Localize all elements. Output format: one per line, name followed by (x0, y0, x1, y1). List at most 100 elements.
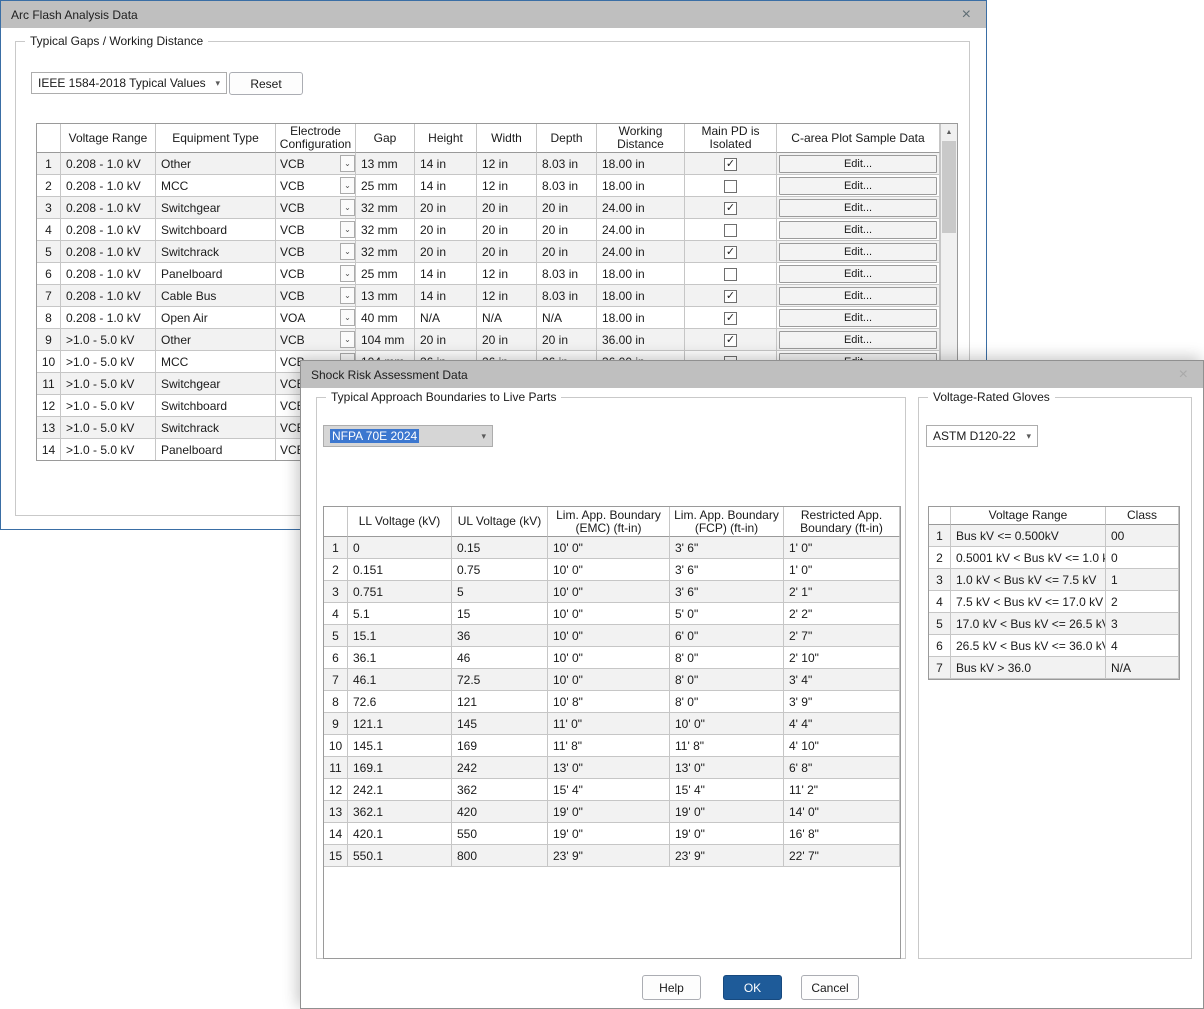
close-icon[interactable]: × (1174, 367, 1193, 383)
lim-app-boundary-fcp-cell: 3' 6" (670, 581, 784, 603)
arc-flash-titlebar[interactable]: Arc Flash Analysis Data × (1, 1, 986, 28)
chevron-down-icon[interactable]: ⌄ (340, 287, 355, 304)
electrode-config-combo[interactable]: VCB ⌄ (280, 241, 355, 262)
edit-button[interactable]: Edit... (779, 221, 937, 239)
isolated-checkbox[interactable]: ✓ (724, 290, 737, 303)
lim-app-boundary-emc-cell: 10' 0" (548, 669, 670, 691)
gaps-header-row: Voltage Range Equipment Type Electrode C… (37, 124, 940, 153)
edit-button[interactable]: Edit... (779, 265, 937, 283)
table-row[interactable]: 5 17.0 kV < Bus kV <= 26.5 kV 3 (929, 613, 1179, 635)
isolated-cell: ✓ (685, 153, 777, 175)
electrode-config-combo[interactable]: VOA ⌄ (280, 307, 355, 328)
edit-button[interactable]: Edit... (779, 309, 937, 327)
edit-button[interactable]: Edit... (779, 287, 937, 305)
table-row[interactable]: 3 0.751 5 10' 0" 3' 6" 2' 1" (324, 581, 900, 603)
scroll-up-icon[interactable]: ▲ (941, 124, 957, 141)
edit-button[interactable]: Edit... (779, 199, 937, 217)
table-row[interactable]: 1 0.208 - 1.0 kV Other VCB ⌄ 13 mm 14 in… (37, 153, 940, 175)
class-cell: 2 (1106, 591, 1179, 613)
working-distance-cell: 18.00 in (597, 175, 685, 197)
isolated-checkbox[interactable] (724, 268, 737, 281)
chevron-down-icon[interactable]: ⌄ (340, 265, 355, 282)
help-button[interactable]: Help (642, 975, 701, 1000)
table-row[interactable]: 4 7.5 kV < Bus kV <= 17.0 kV 2 (929, 591, 1179, 613)
table-row[interactable]: 6 0.208 - 1.0 kV Panelboard VCB ⌄ 25 mm … (37, 263, 940, 285)
table-row[interactable]: 7 0.208 - 1.0 kV Cable Bus VCB ⌄ 13 mm 1… (37, 285, 940, 307)
edit-button[interactable]: Edit... (779, 177, 937, 195)
scroll-thumb[interactable] (942, 141, 956, 233)
cancel-button[interactable]: Cancel (801, 975, 859, 1000)
electrode-config-combo[interactable]: VCB ⌄ (280, 263, 355, 284)
table-row[interactable]: 1 Bus kV <= 0.500kV 00 (929, 525, 1179, 547)
table-row[interactable]: 6 26.5 kV < Bus kV <= 36.0 kV 4 (929, 635, 1179, 657)
table-row[interactable]: 1 0 0.15 10' 0" 3' 6" 1' 0" (324, 537, 900, 559)
table-row[interactable]: 9 121.1 145 11' 0" 10' 0" 4' 4" (324, 713, 900, 735)
chevron-down-icon[interactable]: ⌄ (340, 309, 355, 326)
table-row[interactable]: 3 0.208 - 1.0 kV Switchgear VCB ⌄ 32 mm … (37, 197, 940, 219)
isolated-checkbox[interactable]: ✓ (724, 312, 737, 325)
edit-button[interactable]: Edit... (779, 243, 937, 261)
electrode-config-combo[interactable]: VCB ⌄ (280, 329, 355, 350)
table-row[interactable]: 4 5.1 15 10' 0" 5' 0" 2' 2" (324, 603, 900, 625)
edit-cell: Edit... (777, 241, 940, 263)
table-row[interactable]: 7 Bus kV > 36.0 N/A (929, 657, 1179, 679)
electrode-config-combo[interactable]: VCB ⌄ (280, 197, 355, 218)
chevron-down-icon[interactable]: ⌄ (340, 199, 355, 216)
nfpa-standard-dropdown[interactable]: NFPA 70E 2024 ▾ (323, 425, 493, 447)
chevron-down-icon[interactable]: ⌄ (340, 331, 355, 348)
isolated-checkbox[interactable]: ✓ (724, 202, 737, 215)
reset-button[interactable]: Reset (229, 72, 303, 95)
voltage-range-cell: 17.0 kV < Bus kV <= 26.5 kV (951, 613, 1106, 635)
table-row[interactable]: 2 0.5001 kV < Bus kV <= 1.0 kV 0 (929, 547, 1179, 569)
chevron-down-icon[interactable]: ⌄ (340, 221, 355, 238)
ok-button[interactable]: OK (723, 975, 782, 1000)
table-row[interactable]: 6 36.1 46 10' 0" 8' 0" 2' 10" (324, 647, 900, 669)
depth-cell: 20 in (537, 329, 597, 351)
chevron-down-icon[interactable]: ⌄ (340, 177, 355, 194)
isolated-checkbox[interactable] (724, 180, 737, 193)
isolated-checkbox[interactable] (724, 224, 737, 237)
table-row[interactable]: 2 0.151 0.75 10' 0" 3' 6" 1' 0" (324, 559, 900, 581)
chevron-down-icon[interactable]: ⌄ (340, 155, 355, 172)
table-row[interactable]: 5 15.1 36 10' 0" 6' 0" 2' 7" (324, 625, 900, 647)
isolated-checkbox[interactable]: ✓ (724, 334, 737, 347)
table-row[interactable]: 4 0.208 - 1.0 kV Switchboard VCB ⌄ 32 mm… (37, 219, 940, 241)
working-distance-cell: 24.00 in (597, 197, 685, 219)
ll-voltage-cell: 550.1 (348, 845, 452, 867)
class-cell: 1 (1106, 569, 1179, 591)
electrode-config-combo[interactable]: VCB ⌄ (280, 219, 355, 240)
table-row[interactable]: 11 169.1 242 13' 0" 13' 0" 6' 8" (324, 757, 900, 779)
isolated-checkbox[interactable]: ✓ (724, 246, 737, 259)
lim-app-boundary-fcp-cell: 23' 9" (670, 845, 784, 867)
standard-dropdown[interactable]: IEEE 1584-2018 Typical Values ▾ (31, 72, 227, 94)
shock-titlebar[interactable]: Shock Risk Assessment Data × (301, 361, 1203, 388)
close-icon[interactable]: × (957, 7, 976, 23)
chevron-down-icon[interactable]: ⌄ (340, 243, 355, 260)
electrode-config-combo[interactable]: VCB ⌄ (280, 175, 355, 196)
isolated-checkbox[interactable]: ✓ (724, 158, 737, 171)
gloves-standard-dropdown[interactable]: ASTM D120-22 ▾ (926, 425, 1038, 447)
table-row[interactable]: 8 0.208 - 1.0 kV Open Air VOA ⌄ 40 mm N/… (37, 307, 940, 329)
table-row[interactable]: 14 420.1 550 19' 0" 19' 0" 16' 8" (324, 823, 900, 845)
voltage-range-cell: Bus kV > 36.0 (951, 657, 1106, 679)
table-row[interactable]: 5 0.208 - 1.0 kV Switchrack VCB ⌄ 32 mm … (37, 241, 940, 263)
edit-button[interactable]: Edit... (779, 331, 937, 349)
table-row[interactable]: 13 362.1 420 19' 0" 19' 0" 14' 0" (324, 801, 900, 823)
table-row[interactable]: 10 145.1 169 11' 8" 11' 8" 4' 10" (324, 735, 900, 757)
table-row[interactable]: 8 72.6 121 10' 8" 8' 0" 3' 9" (324, 691, 900, 713)
edit-button[interactable]: Edit... (779, 155, 937, 173)
boundaries-group-label: Typical Approach Boundaries to Live Part… (326, 390, 561, 404)
electrode-config-combo[interactable]: VCB ⌄ (280, 285, 355, 306)
table-row[interactable]: 3 1.0 kV < Bus kV <= 7.5 kV 1 (929, 569, 1179, 591)
table-row[interactable]: 15 550.1 800 23' 9" 23' 9" 22' 7" (324, 845, 900, 867)
table-row[interactable]: 7 46.1 72.5 10' 0" 8' 0" 3' 4" (324, 669, 900, 691)
table-row[interactable]: 12 242.1 362 15' 4" 15' 4" 11' 2" (324, 779, 900, 801)
depth-cell: 8.03 in (537, 285, 597, 307)
table-row[interactable]: 9 >1.0 - 5.0 kV Other VCB ⌄ 104 mm 20 in… (37, 329, 940, 351)
electrode-config-combo[interactable]: VCB ⌄ (280, 153, 355, 174)
restricted-app-boundary-cell: 22' 7" (784, 845, 900, 867)
row-number: 8 (37, 307, 61, 329)
electrode-config-value: VCB (280, 201, 305, 215)
equipment-type-cell: Switchgear (156, 197, 276, 219)
table-row[interactable]: 2 0.208 - 1.0 kV MCC VCB ⌄ 25 mm 14 in 1… (37, 175, 940, 197)
